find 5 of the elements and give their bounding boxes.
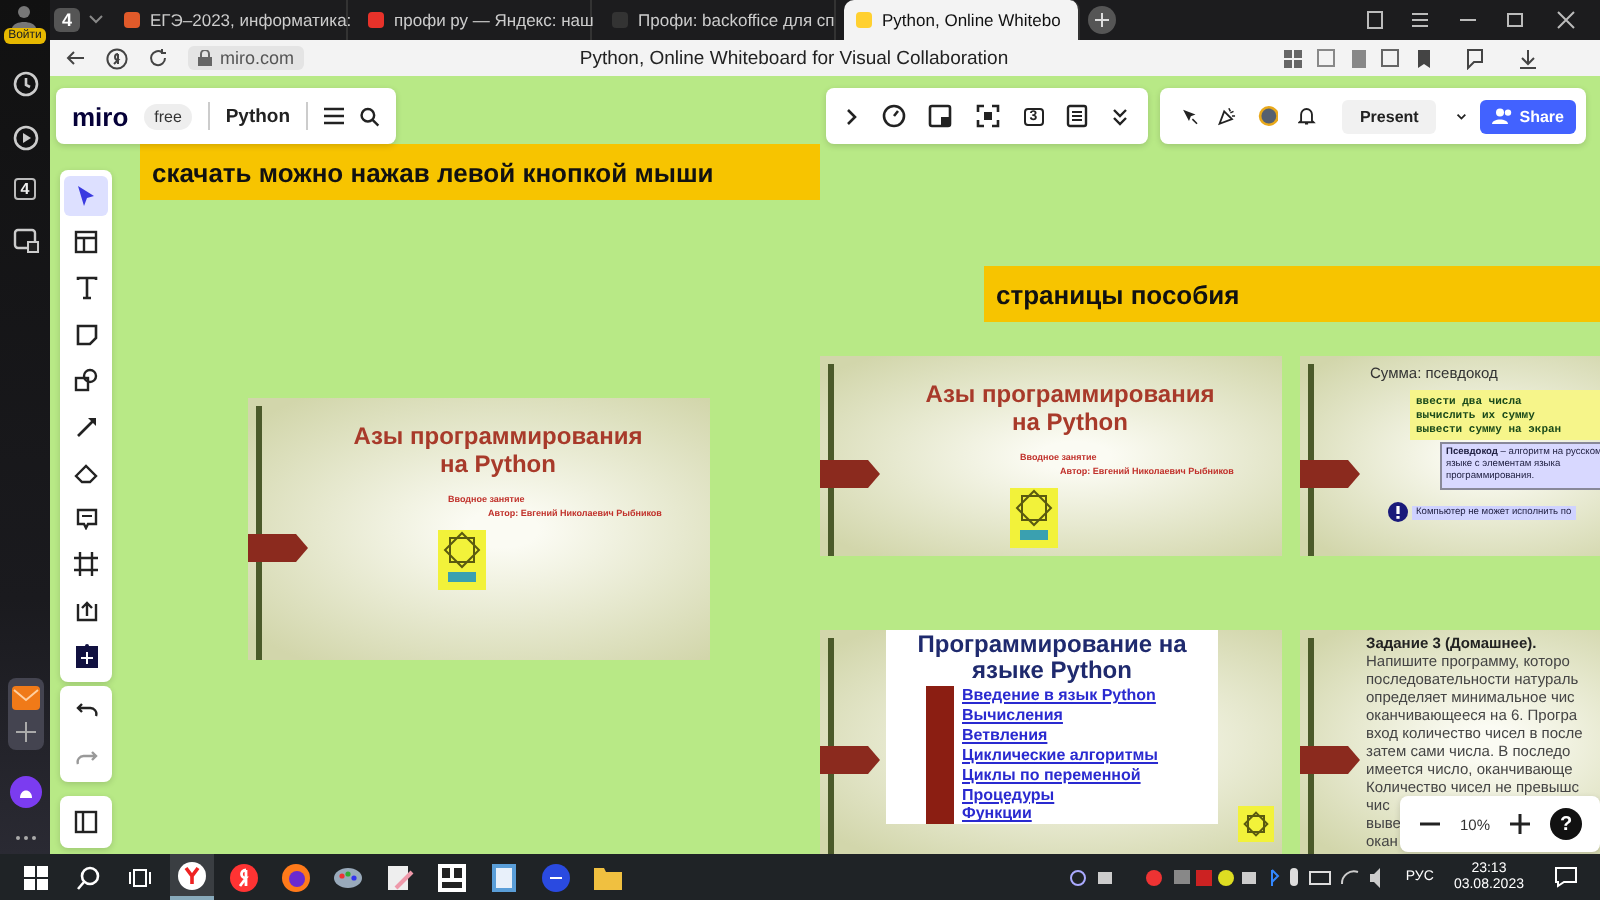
slide-title: Программирование на языке Python bbox=[915, 632, 1189, 684]
page-title: Python, Online Whiteboard for Visual Collaboration bbox=[577, 47, 1011, 69]
slide-title: Азы программирования на Python bbox=[351, 422, 645, 478]
plan-badge: free bbox=[144, 103, 192, 129]
slide-title: Азы программирования на Python bbox=[923, 380, 1217, 436]
